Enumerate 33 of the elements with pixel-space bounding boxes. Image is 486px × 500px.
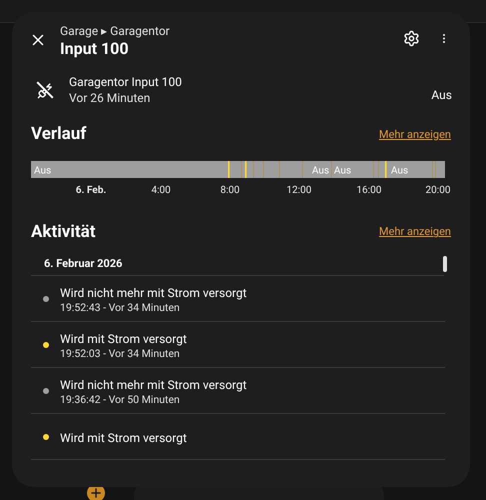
- last-changed: Vor 26 Minuten: [69, 90, 152, 106]
- axis-tick-label: 8:00: [220, 184, 240, 198]
- activity-message: Wird nicht mehr mit Strom versorgt: [60, 284, 247, 301]
- activity-time: 19:52:03 - Vor 34 Minuten: [60, 346, 181, 362]
- segment-label: Aus: [34, 165, 52, 176]
- activity-message: Wird nicht mehr mit Strom versorgt: [60, 376, 247, 393]
- axis-tick-label: 4:00: [151, 184, 171, 198]
- activity-message: Wird mit Strom versorgt: [60, 430, 187, 446]
- segment-label: Aus: [391, 165, 408, 176]
- activity-entry[interactable]: Wird mit Strom versorgt 19:52:03 - Vor 34 Minuten: [31, 322, 445, 368]
- axis-tick-label: 16:00: [356, 184, 382, 198]
- segment-label: Aus: [334, 165, 352, 176]
- more-link[interactable]: Mehr anzeigen: [379, 126, 451, 144]
- settings-icon: [402, 30, 420, 46]
- section-heading: Aktivität: [31, 220, 96, 244]
- axis-tick-label: 12:00: [286, 184, 312, 198]
- activity-time: 19:52:43 - Vor 34 Minuten: [60, 300, 181, 316]
- dialog-title: Input 100: [60, 39, 130, 59]
- activity-message: Wird mit Strom versorgt: [60, 330, 187, 347]
- breadcrumb: Garage ▸ Garagentor: [60, 24, 170, 39]
- segment-label: Aus: [312, 165, 330, 176]
- activity-entry[interactable]: Wird nicht mehr mit Strom versorgt 19:36:42 - Vor 50 Minuten: [31, 368, 445, 414]
- more-link[interactable]: Mehr anzeigen: [379, 224, 451, 241]
- activity-time: 19:36:42 - Vor 50 Minuten: [60, 392, 181, 408]
- activity-entry[interactable]: Wird nicht mehr mit Strom versorgt 19:52:43 - Vor 34 Minuten: [31, 276, 445, 322]
- date-heading: 6. Februar 2026: [31, 254, 444, 276]
- section-heading: Verlauf: [31, 123, 86, 146]
- scrollbar-thumb[interactable]: [443, 256, 447, 272]
- activity-entry[interactable]: Wird mit Strom versorgt: [31, 414, 445, 460]
- entity-name: Garagentor Input 100: [69, 74, 182, 90]
- entity-state: Aus: [431, 87, 452, 104]
- axis-tick-label: 6. Feb.: [76, 184, 106, 198]
- axis-tick-label: 20:00: [426, 184, 450, 198]
